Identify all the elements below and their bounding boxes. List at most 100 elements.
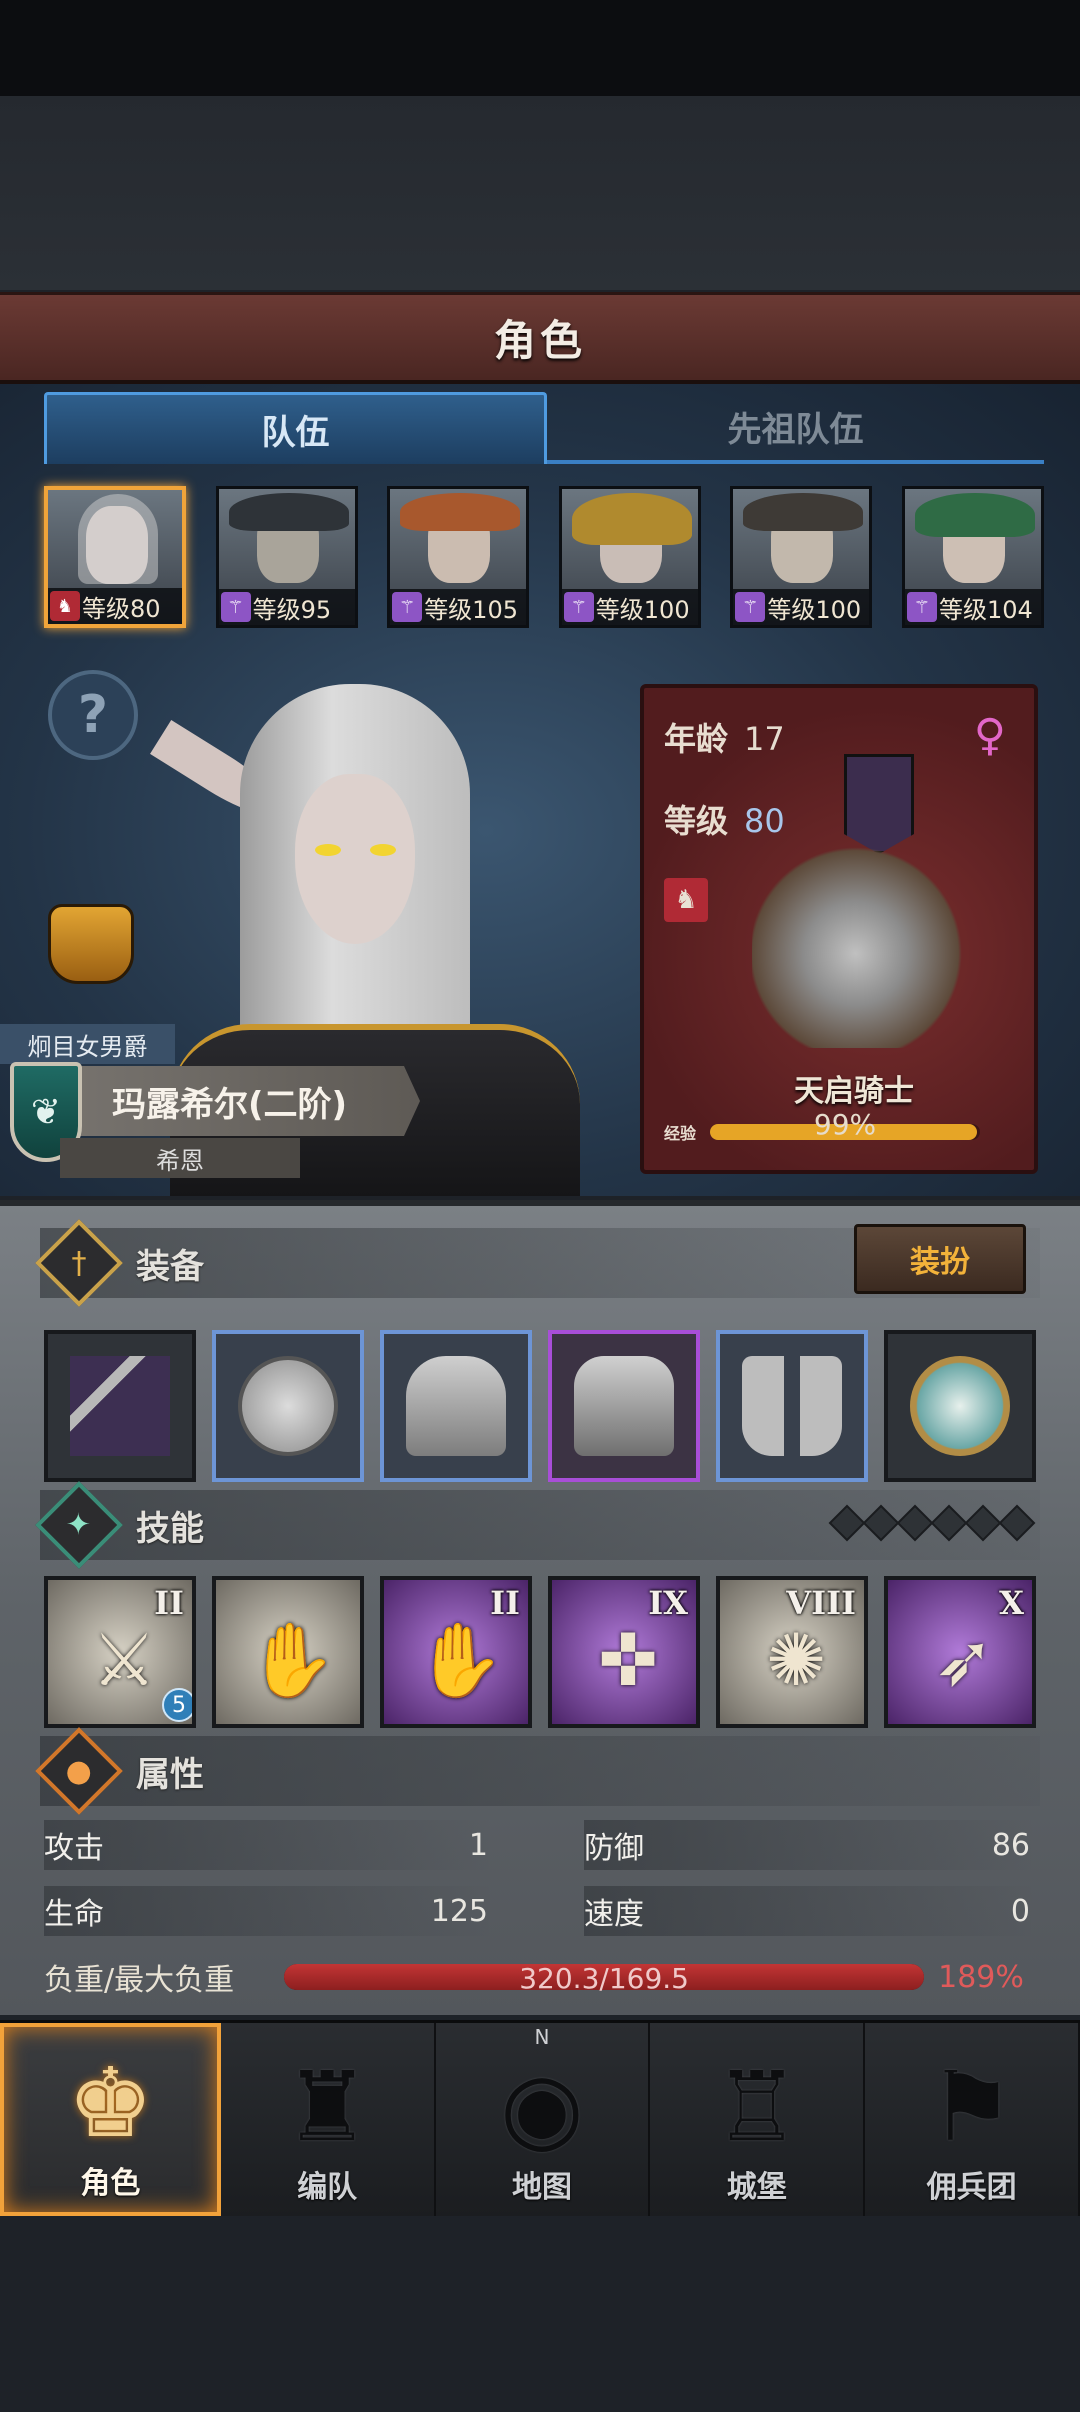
equipment-header: † 装备 装扮 — [35, 1219, 1040, 1307]
skill-rank: IX — [648, 1584, 688, 1622]
skill-slot[interactable]: ✋ II — [380, 1576, 532, 1728]
level-text: 等级104 — [938, 595, 1033, 624]
tab-ancestor-party[interactable]: 先祖队伍 — [547, 392, 1044, 464]
nav-map[interactable]: N ◉ 地图 — [435, 2023, 651, 2216]
unit-name: 天启骑士 — [794, 1074, 914, 1109]
level-bar: ⚚ 等级100 — [561, 589, 698, 625]
stat-hp: 生命 125 — [44, 1886, 494, 1936]
stat-value: 0 — [1010, 1893, 1030, 1929]
spear-strike-icon: ⚔ — [91, 1618, 157, 1702]
load-text: 320.3/169.5 — [519, 1962, 689, 1995]
helmet-group-icon: ♜ — [284, 2051, 371, 2163]
equip-slot-shield[interactable] — [212, 1330, 364, 1482]
skill-slot[interactable]: ✜ IX — [548, 1576, 700, 1728]
skill-point-icon — [828, 1504, 866, 1542]
skill-point-icon — [964, 1504, 1002, 1542]
hero-nameplate: 炯目女男爵 玛露希尔(二阶) ❦ 希恩 — [0, 1024, 430, 1194]
banner-weapon-icon — [70, 1356, 170, 1456]
equipment-grid — [44, 1330, 1036, 1482]
stat-label: 速度 — [584, 1897, 644, 1932]
stat-speed: 速度 0 — [584, 1886, 1036, 1936]
skill-rank: X — [999, 1584, 1024, 1622]
level-value: 80 — [744, 802, 785, 840]
skill-points — [828, 1504, 1036, 1542]
hero-panel: 队伍 先祖队伍 ♞ 等级80 ⚚ 等级95 ⚚ 等级105 ⚚ 等级100 ⚚ … — [0, 384, 1080, 1196]
party-member[interactable]: ⚚ 等级104 — [901, 486, 1044, 628]
mage-staff-icon: ⚚ — [735, 592, 766, 622]
level-bar: ⚚ 等级104 — [904, 589, 1041, 625]
party-member[interactable]: ⚚ 等级95 — [215, 486, 358, 628]
nav-character[interactable]: ♚ 角色 — [0, 2023, 221, 2216]
mage-staff-icon: ⚚ — [563, 592, 594, 622]
party-member[interactable]: ⚚ 等级105 — [387, 486, 530, 628]
equip-slot-boots[interactable] — [716, 1330, 868, 1482]
portrait-eye — [315, 844, 341, 856]
age-value: 17 — [744, 720, 785, 758]
level-bar: ⚚ 等级100 — [733, 589, 870, 625]
stat-attack: 攻击 1 — [44, 1820, 494, 1870]
knight-horse-icon: ♞ — [50, 591, 80, 621]
crystal-hand-icon: ✋ — [415, 1617, 505, 1702]
knight-icon: ♚ — [67, 2047, 154, 2159]
nav-formation[interactable]: ♜ 编队 — [220, 2023, 436, 2216]
skill-slot[interactable]: ➶ X — [884, 1576, 1036, 1728]
level-bar: ⚚ 等级95 — [218, 589, 355, 625]
skills-grid: ⚔ II 5 ✋ ✋ II ✜ IX ✺ VIII ➶ X — [44, 1576, 1036, 1728]
nav-mercenary[interactable]: ⚑ 佣兵团 — [865, 2023, 1080, 2216]
unit-info-card: 年龄 17 ♀ 等级 80 ♞ 天启骑士 经验 99% — [640, 684, 1038, 1174]
equip-slot-armor[interactable] — [548, 1330, 700, 1482]
level-text: 等级100 — [767, 595, 862, 624]
skill-point-icon — [862, 1504, 900, 1542]
screen-title: 角色 — [493, 316, 586, 365]
person-icon: ● — [35, 1727, 123, 1815]
level-text: 等级105 — [424, 595, 518, 624]
skill-slot[interactable]: ⚔ II 5 — [44, 1576, 196, 1728]
equip-slot-helmet[interactable] — [380, 1330, 532, 1482]
portrait-hat — [743, 493, 864, 531]
level-row: 等级 80 — [664, 796, 785, 842]
attributes-title: 属性 — [136, 1754, 204, 1795]
compass-map-icon: ◉ — [500, 2051, 584, 2163]
exp-bar: 99% — [710, 1108, 981, 1141]
help-button[interactable]: ? — [48, 670, 138, 760]
burst-icon: ✺ — [765, 1618, 827, 1702]
female-icon: ♀ — [973, 710, 1006, 761]
portrait-hair — [914, 493, 1035, 537]
exp-label: 经验 — [664, 1124, 697, 1143]
equip-slot-weapon[interactable] — [44, 1330, 196, 1482]
stat-label: 防御 — [584, 1831, 644, 1866]
stat-value: 125 — [430, 1893, 488, 1929]
question-icon: ? — [77, 685, 109, 745]
potion-button[interactable] — [48, 904, 134, 984]
load-percent: 189% — [938, 1959, 1024, 1995]
mage-staff-icon: ⚚ — [220, 592, 251, 622]
screen-header: 角色 — [0, 292, 1080, 384]
party-member[interactable]: ⚚ 等级100 — [730, 486, 873, 628]
skill-point-icon — [896, 1504, 934, 1542]
mercenary-icon: ⚑ — [928, 2051, 1015, 2163]
stat-value: 86 — [991, 1827, 1030, 1863]
level-text: 等级95 — [252, 595, 332, 624]
dress-up-button[interactable]: 装扮 — [854, 1224, 1026, 1294]
equip-slot-accessory[interactable] — [884, 1330, 1036, 1482]
level-text: 等级100 — [595, 595, 690, 624]
medallion-icon — [910, 1356, 1010, 1456]
skill-point-icon — [998, 1504, 1036, 1542]
castle-icon: ♖ — [713, 2051, 800, 2163]
skill-slot[interactable]: ✋ — [212, 1576, 364, 1728]
hero-faction: 希恩 — [60, 1138, 300, 1178]
party-member[interactable]: ⚚ 等级100 — [558, 486, 701, 628]
game-screen: 角色 队伍 先祖队伍 ♞ 等级80 ⚚ 等级95 ⚚ 等级105 ⚚ 等级100… — [0, 0, 1080, 2412]
load-bar: 320.3/169.5 — [284, 1962, 925, 1995]
spear-icon: ➶ — [933, 1618, 995, 1702]
hero-title: 炯目女男爵 — [0, 1024, 175, 1064]
nav-castle[interactable]: ♖ 城堡 — [650, 2023, 866, 2216]
skill-slot[interactable]: ✺ VIII — [716, 1576, 868, 1728]
level-label: 等级 — [664, 802, 729, 840]
skill-rank: II — [154, 1584, 184, 1622]
equipment-title: 装备 — [136, 1246, 204, 1287]
tab-party[interactable]: 队伍 — [44, 392, 547, 464]
party-member[interactable]: ♞ 等级80 — [44, 486, 186, 628]
skill-point-icon — [930, 1504, 968, 1542]
stat-label: 生命 — [44, 1897, 104, 1932]
